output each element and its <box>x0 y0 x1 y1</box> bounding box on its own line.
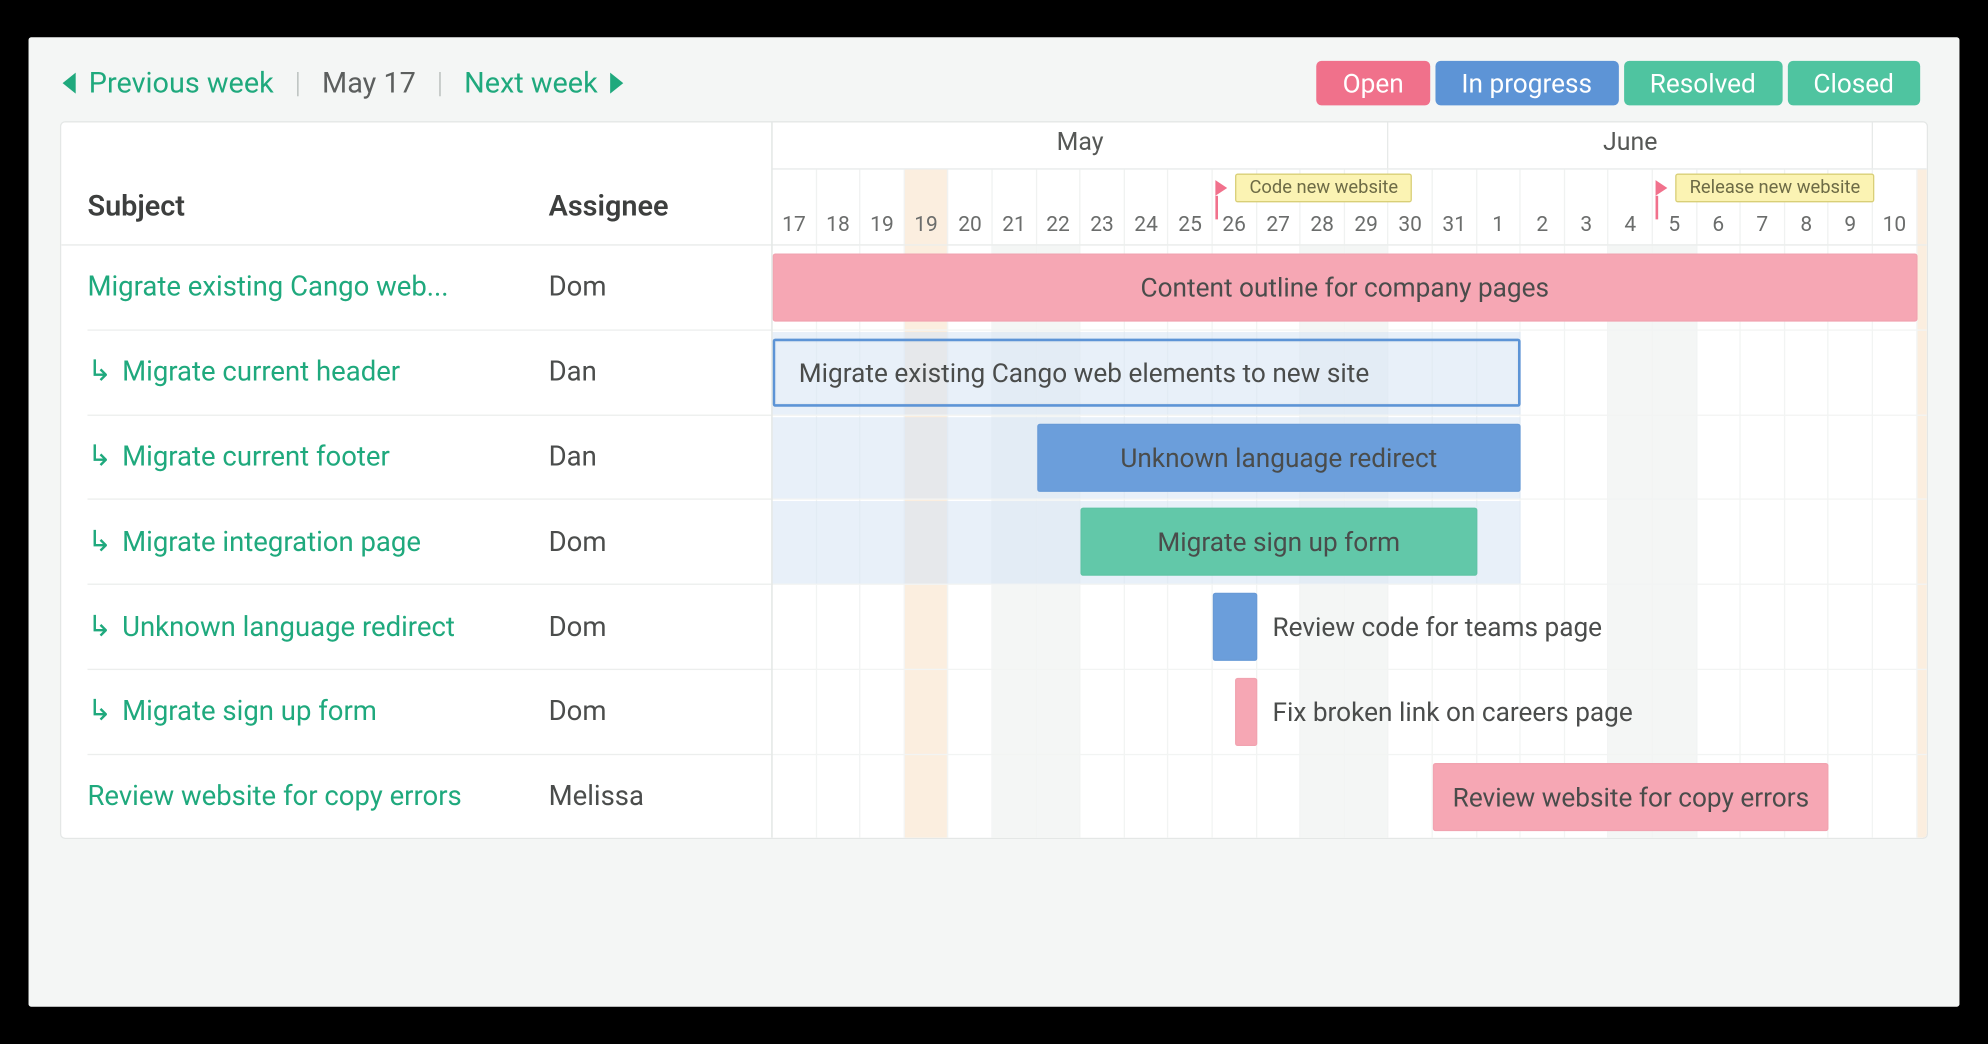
task-subject-text: Review website for copy errors <box>87 782 461 813</box>
task-subject-link[interactable]: ↳ Unknown language redirect <box>87 612 548 643</box>
task-subject-text: Migrate existing Cango web... <box>87 272 448 303</box>
gantt-bar-label: Migrate sign up form <box>1157 526 1400 557</box>
gantt-bar[interactable]: Review website for copy errors <box>1433 763 1829 831</box>
task-subject-link[interactable]: ↳ Migrate sign up form <box>87 697 548 728</box>
task-row: ↳ Migrate integration page Dom <box>61 500 771 585</box>
separator: | <box>295 67 301 100</box>
gantt-bar-label: Fix broken link on careers page <box>1272 696 1632 727</box>
next-week-label: Next week <box>464 67 598 100</box>
gantt-bar[interactable]: Fix broken link on careers page <box>1235 678 1257 746</box>
task-assignee: Dan <box>549 357 745 388</box>
flag-icon <box>1215 180 1227 196</box>
milestone-label: Code new website <box>1235 174 1412 203</box>
task-list-header: Subject Assignee <box>61 122 771 245</box>
task-assignee: Dom <box>549 697 745 728</box>
task-row: ↳ Migrate current footer Dan <box>61 415 771 500</box>
day-label: 4 <box>1609 170 1653 245</box>
day-label: 31 <box>1433 170 1477 245</box>
legend-resolved[interactable]: Resolved <box>1623 61 1781 106</box>
task-subject-link[interactable]: ↳ Migrate current header <box>87 357 548 388</box>
day-label: 11 <box>1917 170 1928 245</box>
task-subject-text: Migrate current header <box>122 357 400 388</box>
chevron-left-icon <box>63 73 76 94</box>
task-list: Subject Assignee Migrate existing Cango … <box>61 122 772 837</box>
month-label: June <box>1389 122 1873 168</box>
task-subject-link[interactable]: Review website for copy errors <box>87 782 548 813</box>
previous-week-label: Previous week <box>89 67 274 100</box>
month-header: MayJune <box>773 122 1927 169</box>
day-label: 1 <box>1477 170 1521 245</box>
status-legend: Open In progress Resolved Closed <box>1311 61 1920 106</box>
previous-week-link[interactable]: Previous week <box>63 67 274 100</box>
task-subject-text: Unknown language redirect <box>122 612 455 643</box>
gantt-bar-label: Review website for copy errors <box>1453 781 1809 812</box>
gantt-panel: Previous week | May 17 | Next week Open … <box>29 37 1960 1006</box>
chevron-right-icon <box>611 73 624 94</box>
day-label: 18 <box>817 170 861 245</box>
column-header-subject: Subject <box>87 191 548 224</box>
gantt-bar[interactable]: Review code for teams page <box>1213 593 1257 661</box>
column-header-assignee: Assignee <box>549 191 745 224</box>
milestone[interactable]: Code new website <box>1215 174 1412 203</box>
task-subject-text: Migrate sign up form <box>122 697 377 728</box>
subtask-arrow-icon: ↳ <box>87 698 111 727</box>
task-subject-link[interactable]: ↳ Migrate current footer <box>87 442 548 473</box>
day-label: 22 <box>1037 170 1081 245</box>
task-subject-text: Migrate current footer <box>122 442 390 473</box>
task-assignee: Melissa <box>549 782 745 813</box>
month-label: May <box>773 122 1389 168</box>
toolbar: Previous week | May 17 | Next week Open … <box>60 61 1928 121</box>
task-assignee: Dom <box>549 272 745 303</box>
day-label: 19 <box>905 170 949 245</box>
gantt-bar[interactable]: Content outline for company pages <box>773 253 1917 321</box>
task-row: Migrate existing Cango web... Dom <box>61 246 771 331</box>
day-label: 3 <box>1565 170 1609 245</box>
day-label: 21 <box>993 170 1037 245</box>
subtask-arrow-icon: ↳ <box>87 613 111 642</box>
legend-open[interactable]: Open <box>1316 61 1429 106</box>
gantt-bar[interactable]: Migrate sign up form <box>1081 508 1477 576</box>
day-label: 24 <box>1125 170 1169 245</box>
milestone-label: Release new website <box>1675 174 1874 203</box>
task-subject-text: Migrate integration page <box>122 527 421 558</box>
task-row: Review website for copy errors Melissa <box>61 755 771 839</box>
day-label: 19 <box>861 170 905 245</box>
day-label: 17 <box>773 170 817 245</box>
day-label: 25 <box>1169 170 1213 245</box>
task-subject-link[interactable]: ↳ Migrate integration page <box>87 527 548 558</box>
gantt-bar-label: Migrate existing Cango web elements to n… <box>799 357 1369 388</box>
current-week-label: May 17 <box>322 67 416 100</box>
task-assignee: Dom <box>549 612 745 643</box>
day-label: 20 <box>949 170 993 245</box>
flag-icon <box>1656 180 1668 196</box>
task-row: ↳ Migrate current header Dan <box>61 330 771 415</box>
subtask-arrow-icon: ↳ <box>87 443 111 472</box>
task-assignee: Dan <box>549 442 745 473</box>
gantt-chart: Subject Assignee Migrate existing Cango … <box>60 121 1928 839</box>
task-assignee: Dom <box>549 527 745 558</box>
gantt-bar-label: Review code for teams page <box>1272 611 1602 642</box>
timeline-bars: Content outline for company pages Migrate… <box>773 246 1927 838</box>
gantt-bar[interactable]: Unknown language redirect <box>1037 423 1521 491</box>
timeline[interactable]: MayJune 17181919202122232425262728293031… <box>773 122 1927 837</box>
day-label: 2 <box>1521 170 1565 245</box>
subtask-arrow-icon: ↳ <box>87 528 111 557</box>
legend-closed[interactable]: Closed <box>1787 61 1920 106</box>
milestone[interactable]: Release new website <box>1656 174 1875 203</box>
task-row: ↳ Unknown language redirect Dom <box>61 585 771 670</box>
gantt-bar-label: Content outline for company pages <box>1141 272 1550 303</box>
day-label: 23 <box>1081 170 1125 245</box>
gantt-bar[interactable]: Migrate existing Cango web elements to n… <box>773 338 1521 406</box>
subtask-arrow-icon: ↳ <box>87 358 111 387</box>
week-navigation: Previous week | May 17 | Next week <box>63 67 624 100</box>
day-label: 10 <box>1873 170 1917 245</box>
task-row: ↳ Migrate sign up form Dom <box>61 670 771 755</box>
separator: | <box>437 67 443 100</box>
legend-in-progress[interactable]: In progress <box>1435 61 1618 106</box>
day-header: 1718191920212223242526272829303112345678… <box>773 170 1927 246</box>
next-week-link[interactable]: Next week <box>464 67 624 100</box>
gantt-bar-label: Unknown language redirect <box>1120 442 1437 473</box>
task-subject-link[interactable]: Migrate existing Cango web... <box>87 272 548 303</box>
